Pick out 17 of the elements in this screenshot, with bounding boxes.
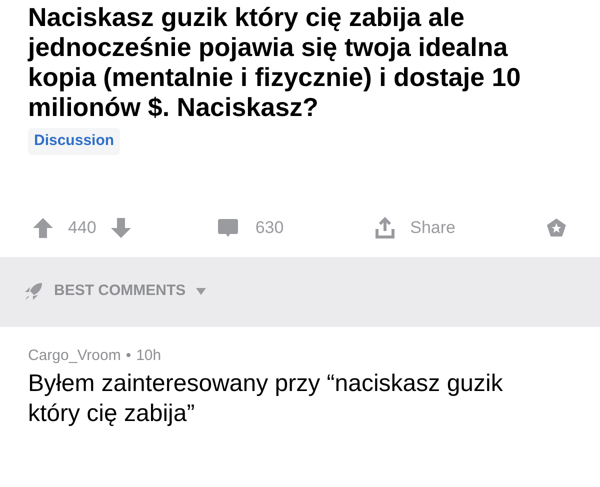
share-icon: [374, 216, 396, 238]
flair-tag[interactable]: Discussion: [28, 128, 120, 154]
share-button[interactable]: Share: [374, 214, 546, 240]
comment-icon[interactable]: [217, 216, 240, 238]
downvote-icon[interactable]: [110, 216, 132, 238]
score: 440: [68, 216, 96, 239]
rocket-icon: [22, 280, 44, 302]
comment-time: 10h: [136, 346, 162, 366]
comment-author[interactable]: Cargo_Vroom: [28, 344, 121, 367]
post-title: Naciskasz guzik który cię zabija ale jednocześnie pojawia się twoja idealna kopia (mentalnie i fizycznie) i dostaje 10 milionów $. Naciskasz?: [28, 2, 522, 122]
upvote-icon[interactable]: [32, 216, 54, 238]
caret-icon: [196, 288, 206, 296]
sort-button[interactable]: BEST COMMENTS: [22, 280, 206, 303]
separator-dot: •: [126, 346, 132, 366]
award-icon[interactable]: [545, 216, 568, 240]
comment-count: 630: [255, 216, 284, 239]
comment-text: Byłem zainteresowany przy “naciskasz guzik który cię zabija”: [28, 369, 504, 429]
